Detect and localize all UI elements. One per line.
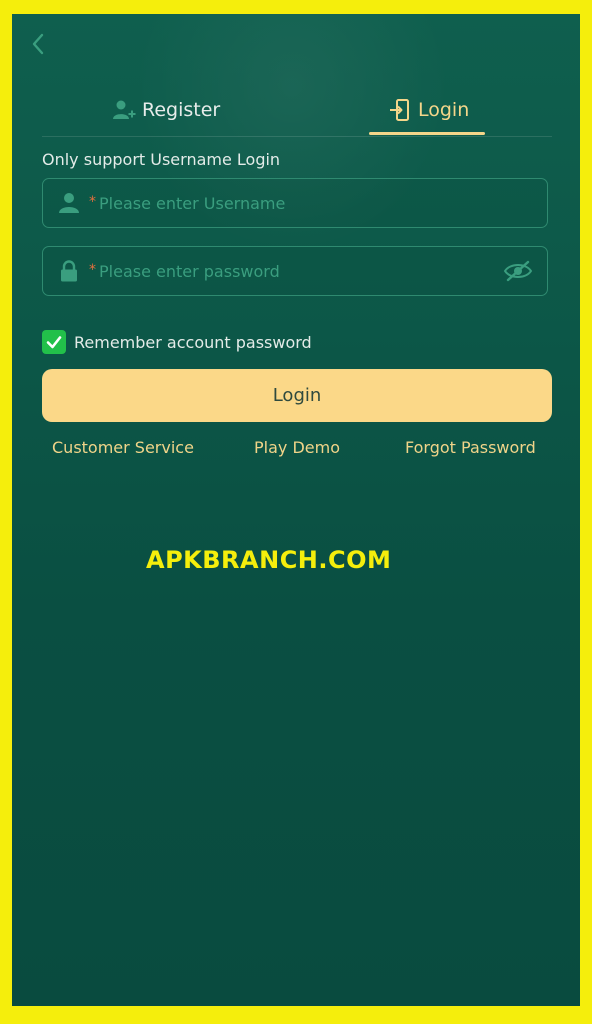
tab-register[interactable]: Register	[112, 86, 220, 134]
eye-hidden-icon[interactable]	[503, 259, 533, 283]
remember-checkbox[interactable]	[42, 330, 66, 354]
watermark: APKBRANCH.COM	[146, 546, 392, 574]
active-tab-indicator	[369, 132, 485, 135]
remember-label: Remember account password	[74, 332, 312, 352]
forgot-password-link[interactable]: Forgot Password	[405, 438, 536, 457]
remember-row: Remember account password	[42, 330, 312, 354]
customer-service-link[interactable]: Customer Service	[52, 438, 194, 457]
password-input[interactable]	[97, 260, 503, 282]
username-field: *	[42, 178, 548, 228]
required-mark: *	[89, 262, 96, 278]
tab-register-label: Register	[142, 99, 221, 121]
back-chevron-icon	[32, 33, 44, 55]
check-icon	[46, 336, 62, 349]
add-user-icon	[112, 98, 136, 122]
play-demo-link[interactable]: Play Demo	[254, 438, 340, 457]
login-screen: Register Login Only support Username Log…	[12, 14, 580, 1006]
lock-icon	[57, 259, 81, 283]
auth-tabs: Register Login	[42, 86, 552, 137]
login-hint: Only support Username Login	[42, 150, 281, 169]
login-button[interactable]: Login	[42, 369, 552, 422]
tab-login-label: Login	[418, 99, 470, 121]
password-field: *	[42, 246, 548, 296]
back-button[interactable]	[26, 32, 50, 56]
login-door-icon	[388, 98, 412, 122]
tab-login[interactable]: Login	[388, 86, 469, 134]
required-mark: *	[89, 194, 96, 210]
username-input[interactable]	[97, 192, 547, 214]
user-icon	[57, 191, 81, 215]
